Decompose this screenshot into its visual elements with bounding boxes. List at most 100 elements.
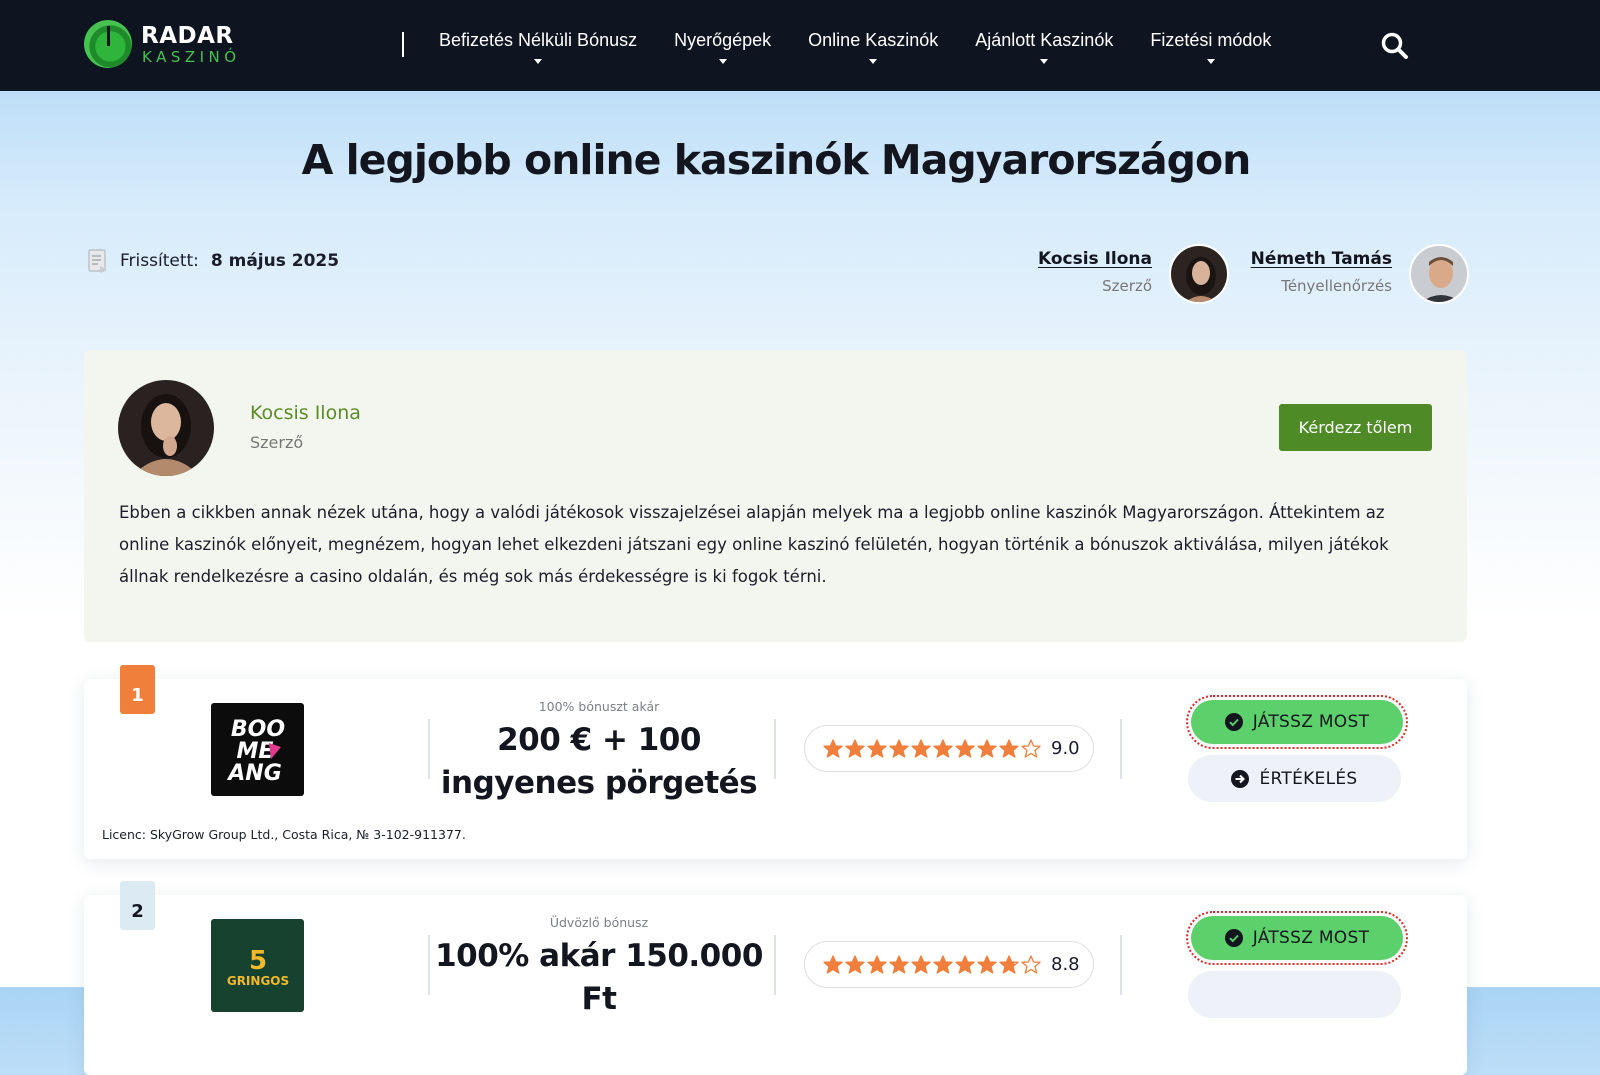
- radar-logo-icon: [84, 20, 132, 68]
- play-now-label: JÁTSSZ MOST: [1252, 712, 1370, 732]
- column-divider: [774, 935, 776, 995]
- main-nav: Befizetés Nélküli Bónusz Nyerőgépek Onli…: [439, 30, 1272, 64]
- svg-text:GRINGOS: GRINGOS: [227, 974, 289, 988]
- bonus-title: 100% akár 150.000 Ft: [429, 935, 769, 1021]
- nav-item-label: Online Kaszinók: [808, 30, 939, 50]
- nav-item-slots[interactable]: Nyerőgépek: [674, 30, 772, 64]
- arrow-right-circle-icon: [1231, 769, 1250, 788]
- rank-badge: 2: [120, 881, 155, 930]
- check-circle-icon: [1224, 713, 1243, 731]
- factchecker-role: Tényellenőrzés: [1281, 277, 1392, 295]
- updated-info: Frissített: 8 május 2025: [86, 248, 339, 274]
- nav-item-label: Nyerőgépek: [674, 30, 772, 50]
- page-title: A legjobb online kaszinók Magyarországon: [301, 136, 1252, 184]
- author-box-role: Szerző: [250, 433, 304, 452]
- play-now-button[interactable]: JÁTSSZ MOST: [1186, 911, 1408, 965]
- boomerang-casino-logo[interactable]: BOO ME ANG: [211, 703, 304, 796]
- star-icon: [823, 738, 843, 758]
- factchecker-link[interactable]: Németh Tamás: [1230, 249, 1392, 269]
- top-navigation-bar: RADAR KASZINÓ Befizetés Nélküli Bónusz N…: [0, 0, 1600, 91]
- bonus-line: Ft: [581, 981, 618, 1017]
- updated-label: Frissített:: [120, 251, 199, 271]
- review-button[interactable]: [1188, 971, 1401, 1018]
- logo-text-top: RADAR: [141, 23, 234, 49]
- bonus-line: ingyenes pörgetés: [440, 765, 758, 801]
- rank-badge: 1: [120, 665, 155, 714]
- casino-card: 1 BOO ME ANG 100% bónuszt akár 200 € + 1…: [84, 665, 1467, 859]
- star-icon: [867, 738, 887, 758]
- factchecker-avatar[interactable]: [1409, 244, 1469, 304]
- caret-down-icon: [1206, 59, 1215, 64]
- star-icon: [1021, 954, 1041, 974]
- nav-item-online-casinos[interactable]: Online Kaszinók: [808, 30, 939, 64]
- nav-item-label: Ajánlott Kaszinók: [975, 30, 1114, 50]
- casino-card: 2 5 GRINGOS Üdvözlő bónusz 100% akár 150…: [84, 881, 1467, 1075]
- star-icon: [867, 954, 887, 974]
- updated-date: 8 május 2025: [210, 251, 340, 271]
- column-divider: [774, 719, 776, 779]
- rating-pill: 9.0: [804, 725, 1094, 772]
- review-button[interactable]: ÉRTÉKELÉS: [1188, 755, 1401, 802]
- star-icon: [911, 954, 931, 974]
- star-icon: [955, 738, 975, 758]
- star-icon: [955, 954, 975, 974]
- star-icon: [999, 738, 1019, 758]
- nav-item-label: Befizetés Nélküli Bónusz: [439, 30, 638, 50]
- author-intro-box: Kocsis Ilona Szerző Kérdezz tőlem Ebben …: [84, 350, 1467, 642]
- author-byline: Kocsis Ilona Szerző: [1010, 249, 1152, 295]
- 5gringos-casino-logo[interactable]: 5 GRINGOS: [211, 919, 304, 1012]
- star-icon: [889, 954, 909, 974]
- star-icon: [889, 738, 909, 758]
- check-circle-icon: [1224, 929, 1243, 947]
- bonus-line: 200 € + 100: [497, 722, 701, 758]
- rating-score: 9.0: [1051, 738, 1080, 759]
- caret-down-icon: [869, 59, 878, 64]
- author-link[interactable]: Kocsis Ilona: [1010, 249, 1152, 269]
- caret-down-icon: [718, 59, 727, 64]
- review-label: ÉRTÉKELÉS: [1259, 768, 1358, 789]
- svg-text:ANG: ANG: [226, 761, 282, 786]
- caret-down-icon: [534, 59, 543, 64]
- radar-kaszino-logo[interactable]: RADAR KASZINÓ: [84, 20, 244, 70]
- play-now-label: JÁTSSZ MOST: [1252, 928, 1370, 948]
- search-icon[interactable]: [1380, 31, 1410, 61]
- license-text: Licenc: SkyGrow Group Ltd., Costa Rica, …: [102, 827, 466, 842]
- play-now-button[interactable]: JÁTSSZ MOST: [1186, 695, 1408, 749]
- star-rating: [823, 954, 1041, 975]
- star-icon: [845, 738, 865, 758]
- nav-divider: [402, 32, 404, 57]
- star-icon: [933, 738, 953, 758]
- nav-item-label: Fizetési módok: [1150, 30, 1272, 50]
- author-role: Szerző: [1102, 277, 1152, 295]
- author-box-name[interactable]: Kocsis Ilona: [250, 402, 361, 424]
- bonus-label: Üdvözlő bónusz: [549, 915, 649, 930]
- star-icon: [823, 954, 843, 974]
- nav-item-payment-methods[interactable]: Fizetési módok: [1150, 30, 1272, 64]
- svg-text:5: 5: [249, 946, 267, 976]
- nav-item-recommended-casinos[interactable]: Ajánlott Kaszinók: [975, 30, 1114, 64]
- bonus-label: 100% bónuszt akár: [538, 699, 660, 714]
- star-icon: [1021, 738, 1041, 758]
- star-icon: [933, 954, 953, 974]
- factchecker-byline: Németh Tamás Tényellenőrzés: [1230, 249, 1392, 295]
- caret-down-icon: [1040, 59, 1049, 64]
- rating-score: 8.8: [1051, 954, 1080, 975]
- intro-paragraph: Ebben a cikkben annak nézek utána, hogy …: [119, 503, 1389, 586]
- star-icon: [911, 738, 931, 758]
- star-icon: [845, 954, 865, 974]
- ask-me-button[interactable]: Kérdezz tőlem: [1279, 404, 1432, 451]
- author-avatar[interactable]: [1169, 244, 1229, 304]
- rating-pill: 8.8: [804, 941, 1094, 988]
- logo-text-bottom: KASZINÓ: [142, 48, 241, 66]
- bonus-title: 200 € + 100 ingyenes pörgetés: [429, 719, 769, 805]
- nav-item-no-deposit-bonus[interactable]: Befizetés Nélküli Bónusz: [439, 30, 638, 64]
- star-rating: [823, 738, 1041, 759]
- bonus-line: 100% akár 150.000: [435, 938, 763, 974]
- column-divider: [1120, 719, 1122, 779]
- star-icon: [977, 738, 997, 758]
- author-box-avatar: [118, 380, 214, 476]
- document-icon: [88, 249, 107, 273]
- star-icon: [999, 954, 1019, 974]
- star-icon: [977, 954, 997, 974]
- column-divider: [1120, 935, 1122, 995]
